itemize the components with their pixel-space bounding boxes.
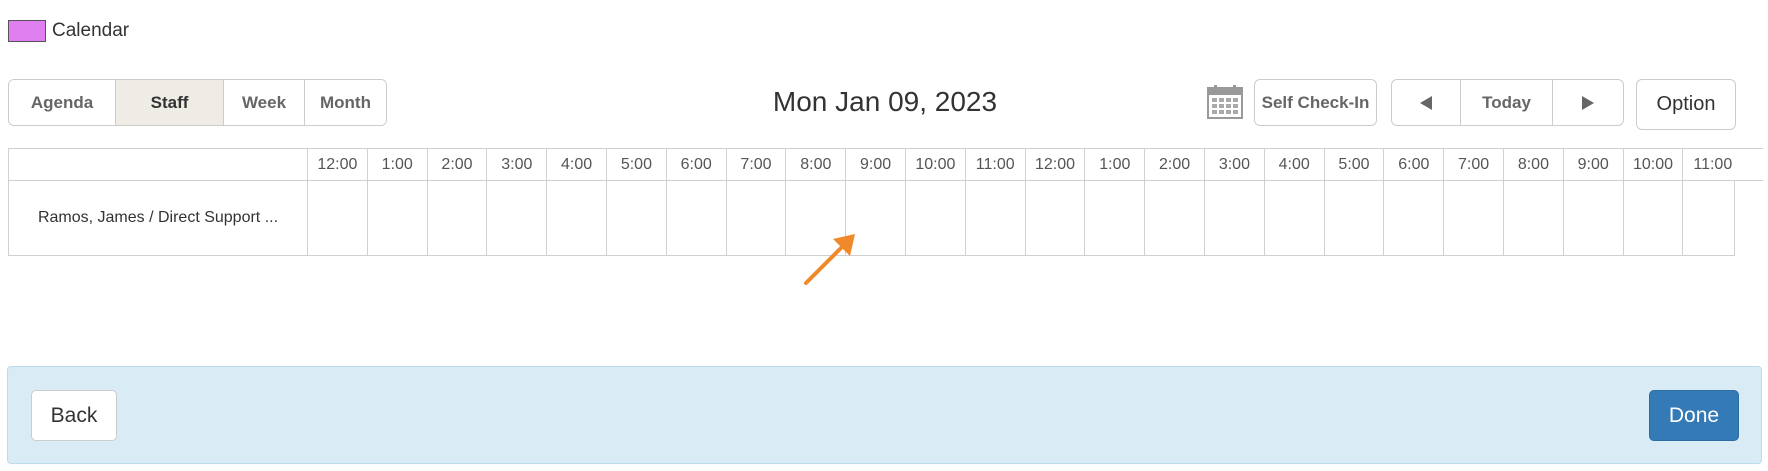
hour-header-cell: 10:00 [905, 149, 965, 180]
hour-header-cell: 6:00 [1383, 149, 1443, 180]
current-date-title: Mon Jan 09, 2023 [772, 86, 998, 117]
time-slot-cell[interactable] [964, 181, 1025, 255]
time-slot-cell[interactable] [1144, 181, 1204, 255]
prev-button[interactable] [1392, 80, 1462, 125]
time-slot-cell[interactable] [1024, 181, 1085, 255]
tab-staff[interactable]: Staff [116, 80, 224, 125]
hour-header-cell: 6:00 [665, 149, 726, 180]
hour-header-cell: 2:00 [426, 149, 487, 180]
time-slot-cell[interactable] [307, 181, 367, 255]
next-arrow-icon [1581, 95, 1594, 110]
time-slot-cell[interactable] [1323, 181, 1384, 255]
time-slot-cell[interactable] [1622, 181, 1683, 255]
hour-header-cell: 2:00 [1144, 149, 1204, 180]
time-slot-cell[interactable] [905, 181, 965, 255]
today-button[interactable]: Today [1461, 80, 1553, 125]
pointer-arrow-icon [804, 234, 855, 285]
time-slot-cell[interactable] [606, 181, 666, 255]
hour-header-cell: 12:00 [307, 149, 367, 180]
view-switcher: Agenda Staff Week Month [8, 79, 387, 126]
hour-header-cell: 5:00 [606, 149, 666, 180]
calendar-legend-label: Calendar [52, 20, 130, 41]
calendar-icon[interactable] [1207, 85, 1243, 119]
hour-header-cell: 9:00 [1562, 149, 1623, 180]
time-slot-cell[interactable] [366, 181, 427, 255]
hour-header-cell: 12:00 [1024, 149, 1085, 180]
tab-agenda[interactable]: Agenda [9, 80, 116, 125]
hour-header-cell: 7:00 [725, 149, 786, 180]
time-slot-cell[interactable] [1562, 181, 1623, 255]
date-navigation: Today [1391, 79, 1624, 126]
calendar-color-swatch [8, 20, 46, 42]
tab-week[interactable]: Week [224, 80, 305, 125]
next-button[interactable] [1553, 80, 1623, 125]
time-slot-cell[interactable] [1682, 181, 1742, 255]
hour-header-cell: 11:00 [964, 149, 1025, 180]
staff-schedule-grid: 12:00 1:00 2:00 3:00 4:00 5:00 6:00 7:00 8:00 9:0… [8, 148, 1763, 256]
time-slot-cell[interactable] [1443, 181, 1503, 255]
time-slot-cell[interactable] [1383, 181, 1443, 255]
time-slot-cell[interactable] [486, 181, 546, 255]
tab-month[interactable]: Month [305, 80, 386, 125]
hour-header-cell: 1:00 [1084, 149, 1144, 180]
hour-header-cell: 3:00 [486, 149, 546, 180]
time-slot-cell[interactable] [546, 181, 606, 255]
hour-header-cell: 7:00 [1443, 149, 1503, 180]
staff-row-label: Ramos, James / Direct Support ... [37, 209, 279, 226]
hour-header-cell: 3:00 [1204, 149, 1264, 180]
footer-bar: Back Done [7, 366, 1762, 464]
hour-header-cell: 11:00 [1682, 149, 1742, 180]
hour-header-cell: 4:00 [1263, 149, 1324, 180]
time-slot-cell[interactable] [1263, 181, 1324, 255]
back-button[interactable]: Back [31, 390, 117, 441]
time-slot-cell[interactable] [1084, 181, 1144, 255]
hour-header-cell: 10:00 [1622, 149, 1683, 180]
hour-header-cell: 5:00 [1323, 149, 1384, 180]
self-checkin-button[interactable]: Self Check-In [1254, 79, 1377, 126]
hour-header-cell: 9:00 [845, 149, 905, 180]
staff-row[interactable]: Ramos, James / Direct Support ... [9, 181, 1735, 256]
hour-header-cell: 4:00 [546, 149, 606, 180]
time-slot-cell[interactable] [725, 181, 786, 255]
hour-header-cell: 1:00 [366, 149, 427, 180]
calendar-legend: Calendar [8, 20, 129, 42]
time-slot-cell[interactable] [426, 181, 487, 255]
hour-header-row: 12:00 1:00 2:00 3:00 4:00 5:00 6:00 7:00 8:00 9:0… [9, 148, 1763, 181]
hour-header-cell: 8:00 [785, 149, 845, 180]
prev-arrow-icon [1420, 95, 1433, 110]
time-slot-cell[interactable] [1204, 181, 1264, 255]
hour-header-cell: 8:00 [1503, 149, 1563, 180]
time-slot-cell[interactable] [665, 181, 726, 255]
done-button[interactable]: Done [1649, 390, 1739, 441]
option-button[interactable]: Option [1636, 79, 1736, 130]
time-slot-cell[interactable] [1503, 181, 1563, 255]
